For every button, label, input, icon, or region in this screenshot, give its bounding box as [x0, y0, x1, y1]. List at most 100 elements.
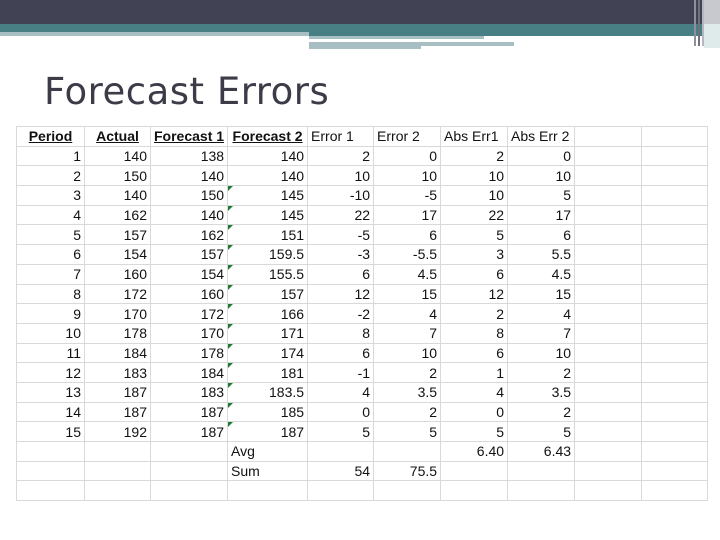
empty-cell[interactable]: [574, 421, 643, 442]
sum-error-2[interactable]: 75.5: [373, 460, 442, 482]
header-abs-err-2[interactable]: Abs Err 2: [507, 126, 576, 147]
abs-err-2-cell[interactable]: 10: [507, 342, 576, 364]
actual-cell[interactable]: 170: [84, 303, 151, 324]
actual-cell[interactable]: 187: [84, 381, 151, 403]
period-cell[interactable]: 12: [16, 362, 85, 383]
empty-cell[interactable]: [574, 283, 643, 305]
error-1-cell[interactable]: -2: [307, 303, 375, 324]
forecast-1-cell[interactable]: 187: [149, 401, 229, 423]
actual-cell[interactable]: 172: [84, 283, 151, 305]
actual-cell[interactable]: 178: [84, 322, 151, 344]
period-cell[interactable]: 7: [16, 263, 85, 285]
forecast-2-cell[interactable]: 171: [227, 322, 309, 344]
error-indicator-icon[interactable]: [228, 284, 234, 290]
empty-cell[interactable]: [507, 460, 576, 482]
forecast-1-cell[interactable]: 160: [149, 283, 229, 305]
forecast-2-cell[interactable]: 151: [227, 224, 309, 246]
error-1-cell[interactable]: -10: [307, 185, 375, 206]
actual-cell[interactable]: 140: [84, 185, 151, 206]
forecast-1-cell[interactable]: 150: [149, 185, 229, 206]
error-indicator-icon[interactable]: [228, 343, 234, 349]
error-2-cell[interactable]: 0: [373, 145, 442, 167]
empty-cell[interactable]: [641, 362, 709, 383]
error-1-cell[interactable]: 5: [307, 421, 375, 442]
avg-label[interactable]: Avg: [227, 441, 309, 462]
actual-cell[interactable]: 154: [84, 244, 151, 265]
period-cell[interactable]: 5: [16, 224, 85, 246]
error-indicator-icon[interactable]: [228, 382, 234, 388]
error-indicator-icon[interactable]: [228, 264, 234, 270]
abs-err-1-cell[interactable]: 2: [440, 303, 509, 324]
empty-cell[interactable]: [641, 145, 709, 167]
period-cell[interactable]: 14: [16, 401, 85, 423]
abs-err-1-cell[interactable]: 5: [440, 421, 509, 442]
forecast-1-cell[interactable]: 154: [149, 263, 229, 285]
abs-err-1-cell[interactable]: 4: [440, 381, 509, 403]
header-abs-err-1[interactable]: Abs Err1: [440, 126, 509, 147]
forecast-1-cell[interactable]: 172: [149, 303, 229, 324]
forecast-2-cell[interactable]: 166: [227, 303, 309, 324]
empty-cell[interactable]: [373, 441, 442, 462]
error-2-cell[interactable]: 2: [373, 362, 442, 383]
forecast-2-cell[interactable]: 174: [227, 342, 309, 364]
error-1-cell[interactable]: 22: [307, 204, 375, 226]
empty-cell[interactable]: [574, 322, 643, 344]
avg-abs-err-2[interactable]: 6.43: [507, 441, 576, 462]
empty-cell[interactable]: [227, 480, 309, 502]
empty-cell[interactable]: [574, 342, 643, 364]
error-2-cell[interactable]: 15: [373, 283, 442, 305]
error-2-cell[interactable]: 17: [373, 204, 442, 226]
abs-err-1-cell[interactable]: 6: [440, 342, 509, 364]
empty-cell[interactable]: [641, 126, 709, 147]
forecast-2-cell[interactable]: 159.5: [227, 244, 309, 265]
header-forecast-1[interactable]: Forecast 1: [149, 126, 229, 147]
empty-cell[interactable]: [16, 480, 85, 502]
forecast-1-cell[interactable]: 162: [149, 224, 229, 246]
empty-cell[interactable]: [641, 303, 709, 324]
forecast-2-cell[interactable]: 155.5: [227, 263, 309, 285]
empty-cell[interactable]: [641, 460, 709, 482]
actual-cell[interactable]: 160: [84, 263, 151, 285]
abs-err-1-cell[interactable]: 1: [440, 362, 509, 383]
error-1-cell[interactable]: 10: [307, 165, 375, 187]
error-indicator-icon[interactable]: [228, 323, 234, 329]
error-indicator-icon[interactable]: [228, 422, 234, 428]
empty-cell[interactable]: [574, 244, 643, 265]
forecast-2-cell[interactable]: 157: [227, 283, 309, 305]
period-cell[interactable]: 10: [16, 322, 85, 344]
empty-cell[interactable]: [574, 224, 643, 246]
empty-cell[interactable]: [440, 480, 509, 502]
error-2-cell[interactable]: 4.5: [373, 263, 442, 285]
actual-cell[interactable]: 157: [84, 224, 151, 246]
empty-cell[interactable]: [641, 185, 709, 206]
period-cell[interactable]: 2: [16, 165, 85, 187]
actual-cell[interactable]: 140: [84, 145, 151, 167]
empty-cell[interactable]: [307, 480, 375, 502]
empty-cell[interactable]: [574, 303, 643, 324]
error-2-cell[interactable]: 10: [373, 165, 442, 187]
abs-err-2-cell[interactable]: 15: [507, 283, 576, 305]
empty-cell[interactable]: [507, 480, 576, 502]
avg-abs-err-1[interactable]: 6.40: [440, 441, 509, 462]
abs-err-1-cell[interactable]: 10: [440, 165, 509, 187]
empty-cell[interactable]: [84, 480, 151, 502]
empty-cell[interactable]: [16, 441, 85, 462]
period-cell[interactable]: 11: [16, 342, 85, 364]
error-1-cell[interactable]: 8: [307, 322, 375, 344]
empty-cell[interactable]: [149, 460, 229, 482]
abs-err-1-cell[interactable]: 22: [440, 204, 509, 226]
actual-cell[interactable]: 150: [84, 165, 151, 187]
empty-cell[interactable]: [641, 283, 709, 305]
empty-cell[interactable]: [641, 165, 709, 187]
empty-cell[interactable]: [641, 401, 709, 423]
period-cell[interactable]: 15: [16, 421, 85, 442]
period-cell[interactable]: 9: [16, 303, 85, 324]
abs-err-2-cell[interactable]: 10: [507, 165, 576, 187]
abs-err-2-cell[interactable]: 7: [507, 322, 576, 344]
error-2-cell[interactable]: 3.5: [373, 381, 442, 403]
forecast-1-cell[interactable]: 157: [149, 244, 229, 265]
empty-cell[interactable]: [641, 381, 709, 403]
forecast-2-cell[interactable]: 140: [227, 145, 309, 167]
abs-err-2-cell[interactable]: 4: [507, 303, 576, 324]
forecast-1-cell[interactable]: 184: [149, 362, 229, 383]
